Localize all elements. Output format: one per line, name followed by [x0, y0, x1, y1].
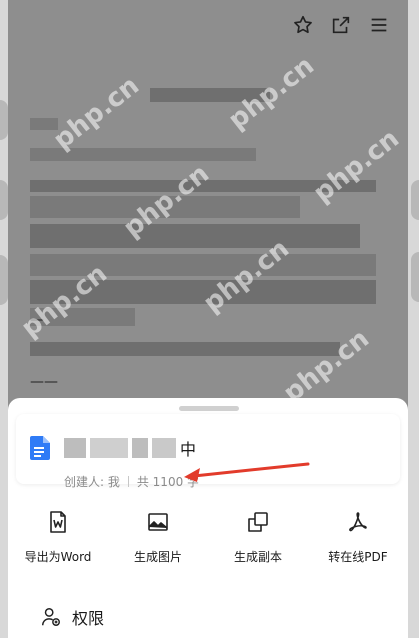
star-icon — [294, 15, 312, 34]
image-icon — [148, 513, 168, 531]
watermark: php.cn — [278, 323, 375, 409]
file-name-blur — [64, 438, 86, 458]
side-tab-left-2 — [0, 180, 8, 220]
doc-paragraph-blur — [30, 224, 360, 248]
export-word-button[interactable]: 导出为Word — [8, 510, 108, 570]
generate-image-label: 生成图片 — [133, 550, 182, 564]
side-tab-left-3 — [0, 255, 8, 305]
file-meta: 创建人: 我 共 1100 字 — [64, 473, 199, 490]
doc-file-icon — [30, 436, 50, 460]
watermark: php.cn — [48, 70, 145, 156]
side-tab-right-1 — [411, 180, 419, 220]
file-name-blur — [132, 438, 148, 458]
file-creator: 创建人: 我 — [64, 475, 120, 489]
star-button[interactable] — [288, 10, 318, 40]
side-tab-right-2 — [411, 252, 419, 302]
word-doc-icon — [50, 511, 66, 533]
online-pdf-button[interactable]: 转在线PDF — [308, 510, 408, 570]
action-row: 导出为Word 生成图片 生成副本 转在线PDF — [8, 510, 408, 570]
meta-divider — [127, 476, 129, 487]
doc-double-dash: —— — [30, 374, 58, 390]
file-name-blur — [152, 438, 176, 458]
pdf-icon — [349, 512, 367, 532]
file-name-blur — [90, 438, 128, 458]
permission-row[interactable]: 权限 — [40, 605, 104, 629]
doc-line-blur — [30, 342, 340, 356]
make-copy-label: 生成副本 — [233, 550, 282, 564]
open-external-button[interactable] — [326, 10, 356, 40]
sheet-drag-handle[interactable] — [179, 406, 239, 411]
export-word-label: 导出为Word — [24, 550, 92, 564]
top-toolbar — [288, 10, 408, 42]
menu-icon — [371, 18, 387, 32]
copy-icon — [248, 512, 268, 532]
file-title: 中 — [64, 436, 196, 460]
make-copy-button[interactable]: 生成副本 — [208, 510, 308, 570]
menu-button[interactable] — [364, 10, 394, 40]
user-permission-icon — [42, 608, 60, 626]
side-tab-left-1 — [0, 100, 8, 140]
generate-image-button[interactable]: 生成图片 — [108, 510, 208, 570]
file-title-suffix: 中 — [180, 440, 197, 459]
watermark: php.cn — [308, 123, 405, 209]
open-external-icon — [332, 16, 350, 34]
annotation-arrow-icon — [184, 462, 310, 482]
permission-label: 权限 — [72, 609, 105, 628]
online-pdf-label: 转在线PDF — [328, 550, 388, 564]
action-sheet: 中 创建人: 我 共 1100 字 导出为Word 生成图片 生成副本 转在线P… — [8, 398, 408, 638]
